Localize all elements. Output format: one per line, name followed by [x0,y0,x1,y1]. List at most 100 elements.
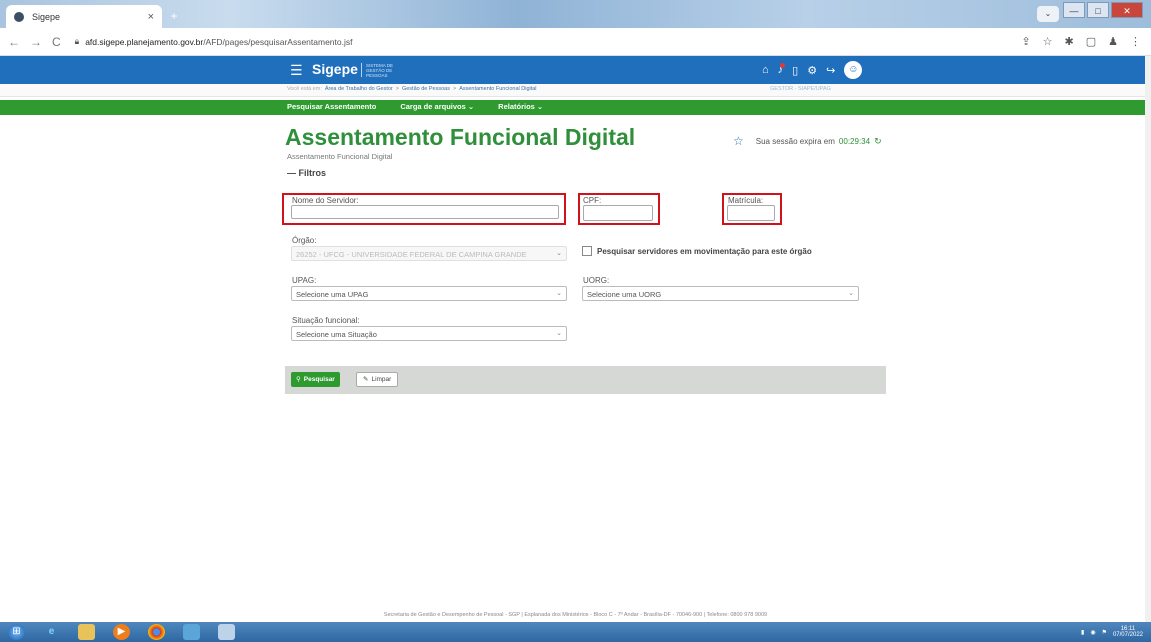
upag-value: Selecione uma UPAG [296,290,369,299]
upag-select[interactable]: Selecione uma UPAG ⌄ [291,286,567,301]
chevron-down-icon: ⌄ [556,330,562,337]
new-tab-button[interactable]: + [166,8,182,24]
movimentacao-checkbox-row[interactable]: Pesquisar servidores em movimentação par… [582,246,812,256]
nav-carga-arquivos[interactable]: Carga de arquivos ⌄ [400,102,474,111]
bookmark-star-icon[interactable]: ☆ [1043,35,1053,48]
lock-icon: 🔒︎ [74,36,80,46]
situacao-label: Situação funcional: [292,316,360,325]
uorg-value: Selecione uma UORG [587,290,662,299]
file-explorer-icon[interactable] [78,624,95,640]
session-text: Sua sessão expira em [755,136,835,146]
account-icon[interactable]: ♟ [1108,35,1118,48]
clear-button[interactable]: ✎ Limpar [356,372,399,387]
sidebar-icon[interactable]: ▢ [1086,35,1096,48]
uorg-label: UORG: [583,276,610,285]
breadcrumb-item-gestao-pessoas[interactable]: Gestão de Pessoas [402,86,450,92]
session-info: ☆ Sua sessão expira em 00:29:34 ↻ [733,134,882,148]
main-nav: Pesquisar Assentamento Carga de arquivos… [0,100,1151,115]
hamburger-menu-icon[interactable]: ☰ [290,63,303,77]
situacao-select[interactable]: Selecione uma Situação ⌄ [291,326,567,341]
browser-tab[interactable]: Sigepe × [6,5,162,28]
notification-bell-icon[interactable]: ♪ [778,63,785,76]
favorite-star-icon[interactable]: ☆ [733,134,744,148]
nome-servidor-label: Nome do Servidor: [292,196,359,205]
header-icons: ⌂ ♪ ▯ ⚙ ↪ ☺ [762,61,863,79]
clock-date: 07/07/2022 [1112,632,1143,638]
maximize-button[interactable]: □ [1087,2,1109,18]
address-bar: ← → C 🔒︎ afd.sigepe.planejamento.gov.br/… [0,28,1151,56]
tab-title: Sigepe [32,11,61,22]
cpf-input[interactable] [583,205,653,221]
upag-label: UPAG: [292,276,317,285]
url-path: /AFD/pages/pesquisarAssentamento.jsf [203,36,353,47]
filters-section-label[interactable]: — Filtros [287,168,326,178]
logout-icon[interactable]: ↪ [826,64,835,77]
system-tray: ▮ ◉ ⚑ 16:11 07/07/2022 [1081,626,1143,638]
clear-button-label: Limpar [371,376,392,383]
share-icon[interactable]: ⇪ [1021,35,1030,48]
browser-menu-icon[interactable]: ⋮ [1130,35,1141,48]
session-timer: 00:29:34 [838,136,871,146]
user-role-label[interactable]: GESTOR - SIAPE/UPAG [770,86,831,92]
app-icon[interactable] [183,624,200,640]
messages-icon[interactable]: ▯ [792,64,798,77]
logo-divider [361,63,362,77]
search-icon: ⚲ [296,376,301,383]
user-avatar-icon[interactable]: ☺ [844,61,863,79]
situacao-value: Selecione uma Situação [296,330,377,339]
movimentacao-checkbox[interactable] [582,246,592,256]
volume-icon[interactable]: ◉ [1090,629,1095,636]
chevron-down-icon: ⌄ [848,290,854,297]
breadcrumb-prefix: Você está em: [287,86,322,92]
eraser-icon: ✎ [363,376,369,383]
page-subtitle: Assentamento Funcional Digital [287,152,393,161]
search-button[interactable]: ⚲ Pesquisar [291,372,340,387]
sigepe-logo[interactable]: Sigepe [312,61,358,77]
matricula-input[interactable] [727,205,775,221]
chevron-down-icon: ⌄ [556,290,562,297]
refresh-session-icon[interactable]: ↻ [874,136,882,147]
windows-taskbar: ⊞ e ▶ ▮ ◉ ⚑ 16:11 07/07/2022 [0,622,1151,642]
nome-servidor-input[interactable] [291,205,559,219]
url-field[interactable]: 🔒︎ afd.sigepe.planejamento.gov.br/AFD/pa… [75,36,353,47]
extensions-icon[interactable]: ✱ [1065,35,1074,48]
page-footer: Secretaria de Gestão e Desempenho de Pes… [383,612,768,618]
url-host: afd.sigepe.planejamento.gov.br [85,36,204,47]
window-controls: — □ ✕ [1063,2,1143,18]
internet-explorer-icon[interactable]: e [43,624,60,640]
tab-close-icon[interactable]: × [148,11,154,23]
orgao-value: 26252 - UFCG - UNIVERSIDADE FEDERAL DE C… [296,250,527,259]
browser-tab-bar: Sigepe × + ⌄ — □ ✕ [0,0,1151,28]
logo-subtitle: SISTEMA DE GESTÃO DE PESSOAS [366,63,394,78]
breadcrumb-item-area-trabalho[interactable]: Área de Trabalho do Gestor [325,86,393,92]
back-button[interactable]: ← [8,35,20,49]
paint-icon[interactable] [218,624,235,640]
network-icon[interactable]: ▮ [1081,629,1084,636]
minimize-button[interactable]: — [1063,2,1085,18]
media-player-icon[interactable]: ▶ [113,624,130,640]
reload-button[interactable]: C [52,35,61,49]
orgao-label: Órgão: [292,236,317,245]
matricula-label: Matrícula: [728,196,764,205]
close-window-button[interactable]: ✕ [1111,2,1143,18]
help-icon[interactable]: ⚙ [807,64,817,77]
cpf-label: CPF: [583,196,602,205]
search-button-label: Pesquisar [303,376,335,383]
taskbar-clock[interactable]: 16:11 07/07/2022 [1113,626,1143,638]
uorg-select[interactable]: Selecione uma UORG ⌄ [582,286,859,301]
forward-button[interactable]: → [30,35,42,49]
nav-pesquisar-assentamento[interactable]: Pesquisar Assentamento [287,102,376,111]
breadcrumb: Você está em: Área de Trabalho do Gestor… [287,86,537,92]
sigepe-favicon-icon [14,11,24,22]
profile-menu-icon[interactable]: ⌄ [1037,6,1059,22]
breadcrumb-item-afd[interactable]: Assentamento Funcional Digital [459,86,536,92]
start-button-icon[interactable]: ⊞ [8,624,25,640]
breadcrumb-separator: > [452,86,457,92]
sigepe-header: ☰ Sigepe SISTEMA DE GESTÃO DE PESSOAS ⌂ … [0,56,1151,84]
chrome-icon[interactable] [148,624,165,640]
vertical-scrollbar[interactable] [1145,56,1151,622]
nav-relatorios[interactable]: Relatórios ⌄ [498,102,543,111]
flag-icon[interactable]: ⚑ [1102,629,1107,636]
chevron-down-icon: ⌄ [556,250,562,257]
home-icon[interactable]: ⌂ [762,64,769,76]
